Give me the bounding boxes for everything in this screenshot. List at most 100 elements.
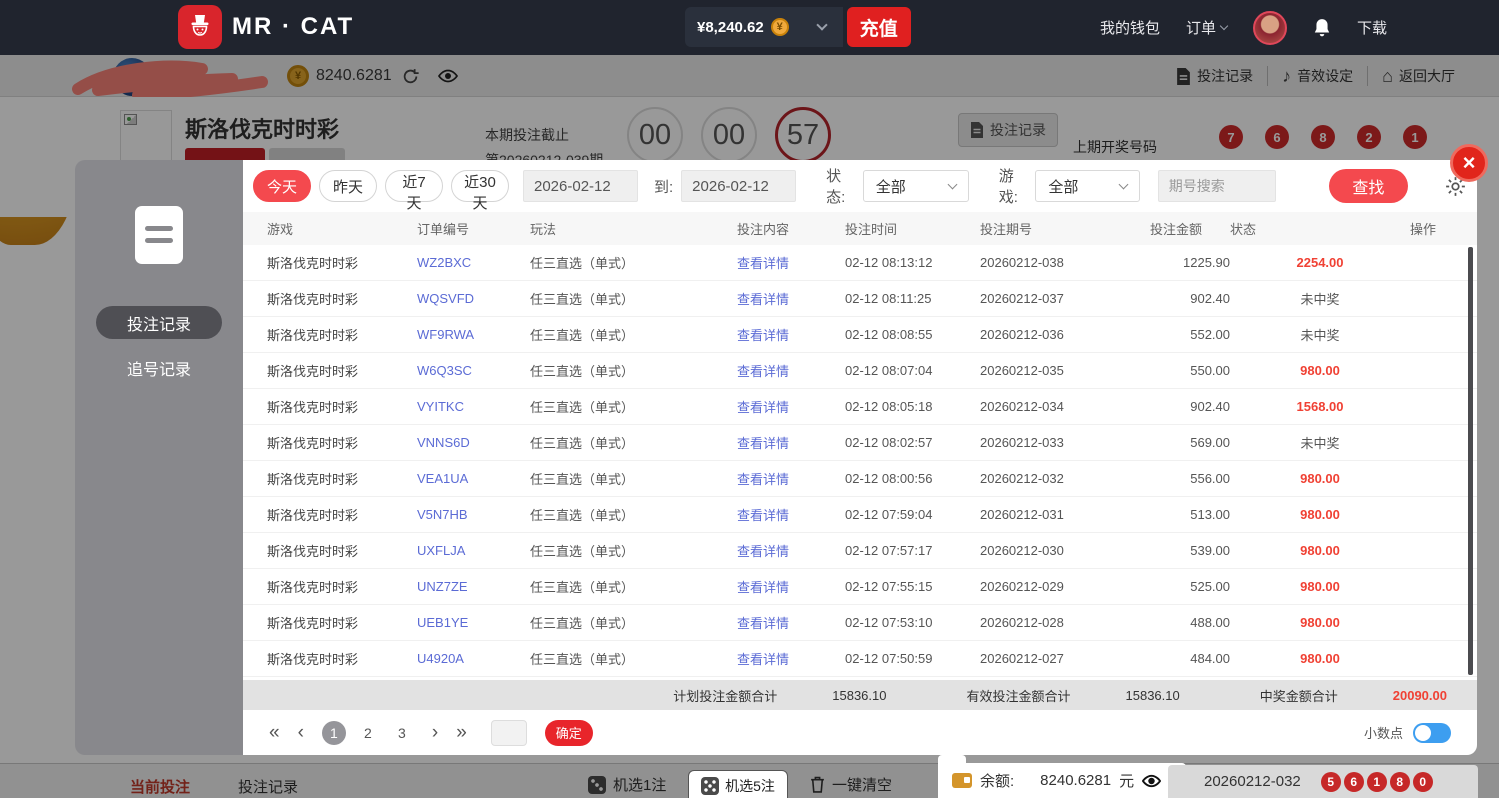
toggle-knob: [1415, 724, 1431, 741]
balance-dropdown-toggle[interactable]: [800, 7, 843, 47]
table-row: 斯洛伐克时时彩 WF9RWA 任三直选（单式） 查看详情 02-12 08:08…: [243, 317, 1477, 353]
cell-order-link[interactable]: WZ2BXC: [417, 255, 530, 270]
close-icon: ×: [1462, 150, 1476, 175]
chevron-down-icon: [1118, 179, 1129, 190]
random-pick-5-popup[interactable]: 机选5注 按ESC离开: [688, 770, 788, 798]
cell-view-details-link[interactable]: 查看详情: [737, 577, 845, 596]
my-wallet-link[interactable]: 我的钱包: [1100, 17, 1160, 38]
sidebar-item[interactable]: 投注记录: [96, 306, 222, 339]
cell-time: 02-12 08:05:18: [845, 399, 933, 414]
cell-amount: 484.00: [1190, 651, 1230, 666]
cell-game: 斯洛伐克时时彩: [267, 616, 359, 631]
next-page-button[interactable]: ›: [432, 722, 438, 744]
page-jump-confirm-button[interactable]: 确定: [544, 719, 593, 746]
cell-amount: 550.00: [1190, 363, 1230, 378]
table-header-cell: 投注金额: [1150, 222, 1203, 237]
valid-total-label: 有效投注金额合计: [966, 688, 1071, 704]
cell-time: 02-12 08:07:04: [845, 363, 933, 378]
cell-period: 20260212-036: [980, 327, 1064, 342]
game-select[interactable]: 全部: [1035, 170, 1140, 202]
close-modal-button[interactable]: ×: [1450, 144, 1488, 182]
quick-date-pill[interactable]: 近7天: [385, 170, 443, 212]
cell-order-link[interactable]: VEA1UA: [417, 471, 530, 486]
cell-view-details-link[interactable]: 查看详情: [737, 433, 845, 452]
cell-order-link[interactable]: V5N7HB: [417, 507, 530, 522]
recharge-button[interactable]: 充值: [846, 7, 911, 47]
cell-order-link[interactable]: U4920A: [417, 651, 530, 666]
cell-view-details-link[interactable]: 查看详情: [737, 613, 845, 632]
cell-view-details-link[interactable]: 查看详情: [737, 361, 845, 380]
brand-title: MR · CAT: [232, 13, 355, 40]
brand-area: MR · CAT: [178, 5, 354, 49]
cell-status: 未中奖: [1300, 328, 1340, 343]
cell-time: 02-12 08:00:56: [845, 471, 933, 486]
cell-view-details-link[interactable]: 查看详情: [737, 289, 845, 308]
orders-menu[interactable]: 订单: [1186, 17, 1229, 38]
page-number[interactable]: 3: [390, 721, 414, 745]
cell-game: 斯洛伐克时时彩: [267, 472, 359, 487]
draw-ball: 5: [1320, 771, 1341, 792]
last-page-button[interactable]: »: [456, 722, 467, 744]
cell-order-link[interactable]: VYITKC: [417, 399, 530, 414]
cell-view-details-link[interactable]: 查看详情: [737, 505, 845, 524]
cell-view-details-link[interactable]: 查看详情: [737, 397, 845, 416]
cell-period: 20260212-031: [980, 507, 1064, 522]
table-rows: 斯洛伐克时时彩 WZ2BXC 任三直选（单式） 查看详情 02-12 08:13…: [243, 245, 1477, 677]
cell-period: 20260212-034: [980, 399, 1064, 414]
cell-order-link[interactable]: VNNS6D: [417, 435, 530, 450]
table-header-cell: 投注时间: [845, 222, 898, 237]
navbar-balance[interactable]: ¥8,240.62 ¥: [685, 7, 801, 47]
cell-game: 斯洛伐克时时彩: [267, 292, 359, 307]
first-page-button[interactable]: «: [269, 722, 280, 744]
quick-date-pill[interactable]: 今天: [253, 170, 311, 202]
date-to-input[interactable]: [681, 170, 797, 202]
cell-status: 980.00: [1300, 615, 1340, 630]
summary-row: 计划投注金额合计 15836.10 有效投注金额合计 15836.10 中奖金额…: [243, 680, 1477, 710]
cell-play: 任三直选（单式）: [530, 436, 635, 451]
cell-status: 980.00: [1300, 471, 1340, 486]
cell-status: 2254.00: [1296, 255, 1344, 270]
cell-view-details-link[interactable]: 查看详情: [737, 541, 845, 560]
cell-period: 20260212-032: [980, 471, 1064, 486]
cell-view-details-link[interactable]: 查看详情: [737, 253, 845, 272]
balance-label: 余额:: [980, 773, 1015, 790]
cell-view-details-link[interactable]: 查看详情: [737, 649, 845, 668]
cell-order-link[interactable]: WQSVFD: [417, 291, 530, 306]
search-button[interactable]: 查找: [1328, 169, 1409, 203]
download-link[interactable]: 下载: [1357, 17, 1387, 38]
eye-icon[interactable]: [1142, 774, 1162, 788]
page-number[interactable]: 2: [356, 721, 380, 745]
cell-order-link[interactable]: W6Q3SC: [417, 363, 530, 378]
filter-bar: 今天昨天近7天近30天 到: 状态: 全部 游戏: 全部 查找: [243, 160, 1477, 212]
bell-icon[interactable]: [1313, 18, 1331, 38]
status-select[interactable]: 全部: [862, 170, 969, 202]
cell-amount: 552.00: [1190, 327, 1230, 342]
date-from-input[interactable]: [523, 170, 638, 202]
random-pick-5-button[interactable]: 机选5注: [689, 776, 787, 796]
cell-view-details-link[interactable]: 查看详情: [737, 469, 845, 488]
cell-status: 980.00: [1300, 579, 1340, 594]
cell-order-link[interactable]: UEB1YE: [417, 615, 530, 630]
pagination: « ‹ 123 › » 确定 小数点: [243, 710, 1477, 755]
page-jump-input[interactable]: [490, 719, 527, 746]
cell-play: 任三直选（单式）: [530, 616, 635, 631]
records-modal-sidebar: 投注记录 追号记录: [75, 160, 243, 755]
sidebar-item[interactable]: 追号记录: [96, 351, 222, 384]
quick-date-pill[interactable]: 近30天: [451, 170, 509, 212]
page-number[interactable]: 1: [321, 720, 346, 745]
prev-page-button[interactable]: ‹: [298, 722, 304, 744]
win-total-label: 中奖金额合计: [1259, 688, 1338, 704]
period-search-input[interactable]: [1157, 170, 1276, 202]
cell-order-link[interactable]: UXFLJA: [417, 543, 530, 558]
cell-view-details-link[interactable]: 查看详情: [737, 325, 845, 344]
decimal-toggle[interactable]: [1413, 722, 1451, 743]
mrcat-logo-icon[interactable]: [178, 5, 222, 49]
table-row: 斯洛伐克时时彩 UNZ7ZE 任三直选（单式） 查看详情 02-12 07:55…: [243, 569, 1477, 605]
cell-order-link[interactable]: UNZ7ZE: [417, 579, 530, 594]
draw-ball: 6: [1343, 771, 1364, 792]
table-scrollbar[interactable]: [1468, 247, 1473, 675]
avatar[interactable]: [1252, 10, 1287, 45]
cell-amount: 556.00: [1190, 471, 1230, 486]
quick-date-pill[interactable]: 昨天: [319, 170, 377, 202]
cell-order-link[interactable]: WF9RWA: [417, 327, 530, 342]
